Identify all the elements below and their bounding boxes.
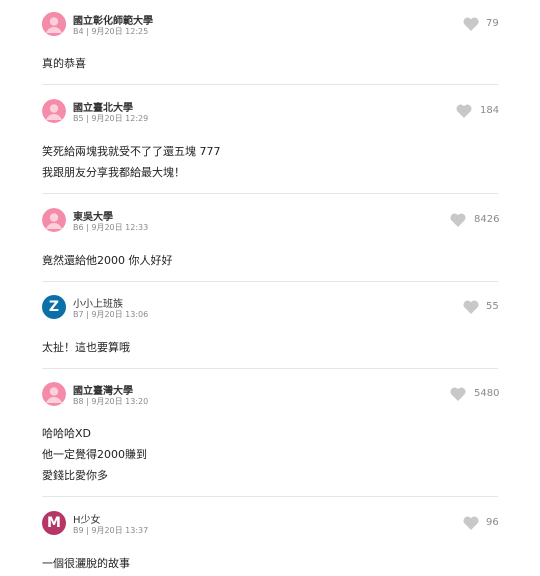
comment-text: 太扯！這也要算哦: [42, 341, 130, 354]
avatar[interactable]: [42, 99, 66, 123]
floor-time: B6 | 9月20日 12:33: [73, 223, 149, 232]
divider: [42, 84, 498, 85]
pink-person-icon: [42, 12, 66, 36]
floor-time: B9 | 9月20日 13:37: [73, 526, 149, 535]
divider: [42, 193, 498, 194]
heart-icon: [450, 213, 466, 227]
author-name[interactable]: 國立彰化師範大學: [73, 12, 153, 27]
like-button[interactable]: [463, 300, 479, 314]
divider: [42, 281, 498, 282]
avatar[interactable]: Z: [42, 295, 66, 319]
like-button[interactable]: [456, 104, 472, 118]
pink-person-icon: [42, 208, 66, 232]
like-count: 96: [486, 517, 499, 528]
avatar[interactable]: [42, 12, 66, 36]
floor-time: B7 | 9月20日 13:06: [73, 310, 149, 319]
author-name[interactable]: 國立臺灣大學: [73, 382, 133, 397]
divider: [42, 368, 498, 369]
avatar-letter: Z: [48, 299, 60, 315]
like-count: 55: [486, 301, 499, 312]
heart-icon: [463, 300, 479, 314]
heart-icon: [456, 104, 472, 118]
comment-text: 愛錢比愛你多: [42, 469, 108, 482]
avatar-letter: M: [47, 515, 61, 531]
author-name[interactable]: H少女: [73, 511, 101, 526]
avatar[interactable]: [42, 382, 66, 406]
comment-text: 哈哈哈XD: [42, 427, 92, 440]
floor-time: B4 | 9月20日 12:25: [73, 27, 149, 36]
author-name[interactable]: 東吳大學: [73, 208, 113, 223]
pink-person-icon: [42, 99, 66, 123]
comment-text: 真的恭喜: [42, 57, 86, 70]
like-count: 79: [486, 18, 499, 29]
avatar[interactable]: [42, 208, 66, 232]
like-count: 5480: [474, 388, 500, 399]
comment-text: 竟然還給他2000 你人好好: [42, 254, 173, 267]
like-count: 8426: [474, 214, 500, 225]
author-name[interactable]: 國立臺北大學: [73, 99, 133, 114]
like-button[interactable]: [450, 387, 466, 401]
heart-icon: [463, 17, 479, 31]
comment-text: 他一定覺得2000賺到: [42, 448, 147, 461]
floor-time: B8 | 9月20日 13:20: [73, 397, 149, 406]
divider: [42, 496, 498, 497]
comment-text: 笑死給兩塊我就受不了了還五塊 777: [42, 145, 221, 158]
like-count: 184: [480, 105, 500, 116]
pink-person-icon: [42, 382, 66, 406]
like-button[interactable]: [463, 516, 479, 530]
floor-time: B5 | 9月20日 12:29: [73, 114, 149, 123]
avatar[interactable]: M: [42, 511, 66, 535]
comment-text: 一個很灑脫的故事: [42, 557, 130, 570]
heart-icon: [463, 516, 479, 530]
like-button[interactable]: [463, 17, 479, 31]
comment-text: 我跟朋友分享我都給最大塊！: [42, 166, 185, 179]
author-name[interactable]: 小小上班族: [73, 295, 123, 310]
heart-icon: [450, 387, 466, 401]
like-button[interactable]: [450, 213, 466, 227]
